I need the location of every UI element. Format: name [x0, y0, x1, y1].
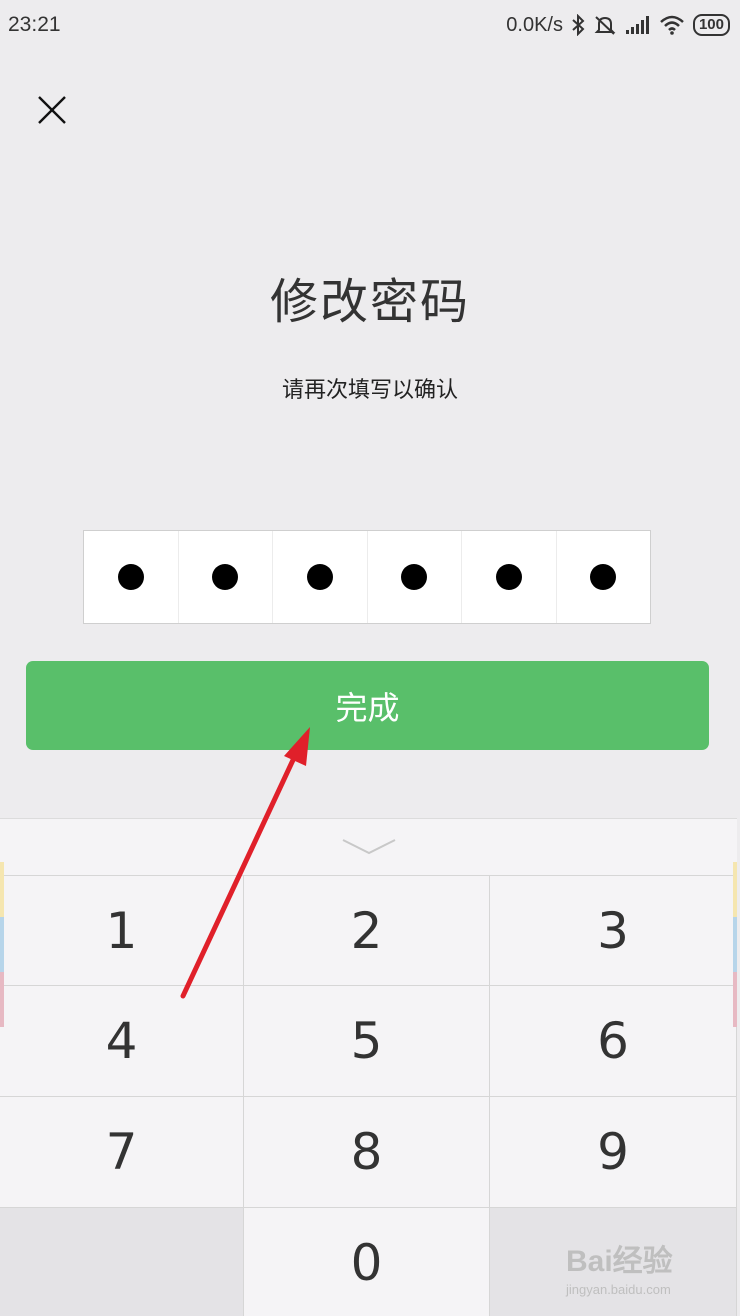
pin-dot: [401, 564, 428, 590]
status-icons: 0.0K/s 100: [506, 14, 730, 37]
key-9[interactable]: 9: [490, 1096, 737, 1207]
key-2[interactable]: 2: [244, 875, 490, 985]
pin-dot: [306, 564, 333, 590]
key-4[interactable]: 4: [0, 985, 244, 1096]
key-0[interactable]: 0: [244, 1207, 490, 1316]
pin-cell: [557, 531, 651, 623]
mute-icon: [593, 14, 617, 36]
key-1[interactable]: 1: [0, 875, 244, 985]
page-title: 修改密码: [269, 274, 470, 330]
watermark-url: jingyan.baidu.com: [566, 1282, 671, 1297]
key-8[interactable]: 8: [244, 1096, 490, 1207]
pin-cell: [368, 531, 462, 623]
watermark: Bai经验 jingyan.baidu.com: [566, 1236, 673, 1297]
pin-dot: [117, 564, 144, 590]
pin-cell: [84, 531, 179, 623]
pin-dot: [212, 564, 239, 590]
edge-strip-blue: [733, 917, 737, 972]
chevron-down-icon: [342, 839, 395, 855]
page-subtitle: 请再次填写以确认: [281, 378, 458, 403]
edge-strip-pink: [733, 972, 737, 1027]
edge-strip-blue: [0, 917, 4, 972]
key-3[interactable]: 3: [490, 875, 737, 985]
battery-icon: 100: [692, 14, 730, 36]
pin-input[interactable]: [83, 530, 651, 624]
key-blank-left: [0, 1207, 244, 1316]
edge-strip-yellow: [733, 862, 737, 917]
pin-cell: [462, 531, 557, 623]
watermark-brand: Bai经验: [566, 1245, 673, 1278]
pin-dot: [590, 564, 617, 590]
pin-cell: [179, 531, 273, 623]
keypad-collapse-button[interactable]: [0, 819, 737, 875]
signal-icon: [625, 15, 651, 35]
close-icon: [38, 96, 66, 124]
done-button[interactable]: 完成: [26, 661, 709, 750]
key-7[interactable]: 7: [0, 1096, 244, 1207]
close-button[interactable]: [30, 88, 74, 132]
edge-strip-pink: [0, 972, 4, 1027]
status-time: 23:21: [8, 13, 61, 36]
status-bar: 23:21 0.0K/s 100: [0, 0, 740, 50]
wifi-icon: [659, 15, 685, 35]
key-6[interactable]: 6: [490, 985, 737, 1096]
edge-strip-yellow: [0, 862, 4, 917]
bluetooth-icon: [571, 14, 585, 36]
pin-dot: [495, 564, 522, 590]
key-5[interactable]: 5: [244, 985, 490, 1096]
pin-cell: [273, 531, 368, 623]
network-speed: 0.0K/s: [506, 13, 563, 36]
